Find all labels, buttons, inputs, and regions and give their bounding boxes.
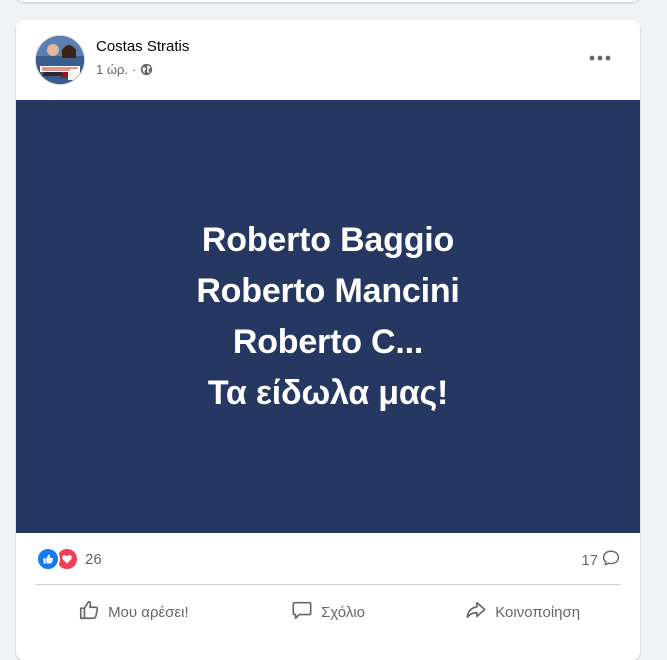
like-button[interactable]: Μου αρέσει!: [36, 592, 231, 632]
author-avatar[interactable]: [36, 36, 84, 84]
reaction-count[interactable]: 26: [85, 551, 102, 568]
share-icon: [465, 599, 487, 625]
share-button[interactable]: Κοινοποίηση: [425, 592, 620, 632]
meta-separator: ·: [132, 62, 137, 77]
globe-icon[interactable]: [140, 63, 153, 76]
like-reaction-icon: [36, 547, 60, 571]
banner-line: Roberto C...: [232, 322, 424, 361]
banner-text: Roberto Baggio Roberto Mancini Roberto C…: [196, 215, 460, 419]
author-name[interactable]: Costas Stratis: [96, 38, 189, 55]
comment-bubble-icon: [602, 549, 620, 571]
comment-button[interactable]: Σχόλιο: [231, 592, 426, 632]
previous-post-card: [16, 0, 640, 2]
share-label: Κοινοποίηση: [495, 603, 581, 621]
post-time[interactable]: 1 ώρ.: [96, 62, 128, 77]
more-options-icon[interactable]: [588, 48, 612, 68]
banner-line: Τα είδωλα μας!: [207, 373, 449, 412]
post-text-banner[interactable]: Roberto Baggio Roberto Mancini Roberto C…: [16, 100, 640, 533]
banner-line: Roberto Baggio: [201, 220, 455, 259]
reactions-summary[interactable]: 26: [36, 547, 102, 571]
banner-line: Roberto Mancini: [196, 271, 460, 310]
post-meta: 1 ώρ. ·: [96, 62, 153, 77]
post-card: Costas Stratis 1 ώρ. · Roberto Baggio Ro…: [16, 20, 640, 660]
post-header: Costas Stratis 1 ώρ. ·: [16, 20, 640, 100]
post-actions: Μου αρέσει! Σχόλιο Κοινοποίηση: [36, 592, 620, 632]
comment-icon: [291, 599, 313, 625]
comment-label: Σχόλιο: [321, 603, 365, 621]
comments-summary[interactable]: 17: [581, 549, 620, 571]
actions-divider: [36, 584, 620, 585]
thumbs-up-icon: [78, 599, 100, 625]
comment-count: 17: [581, 551, 598, 569]
like-label: Μου αρέσει!: [108, 603, 189, 621]
